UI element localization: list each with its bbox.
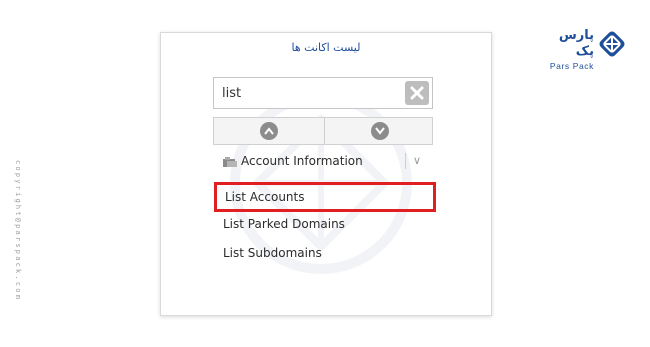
close-icon — [410, 86, 424, 100]
section-label: Account Information — [241, 154, 363, 168]
menu-item-list-parked-domains[interactable]: List Parked Domains — [217, 211, 437, 237]
section-header-account-information[interactable]: Account Information ∨ — [213, 151, 433, 173]
panel-title: لیست اکانت ها — [291, 41, 361, 54]
parspack-logo-icon — [599, 31, 625, 57]
search-input[interactable] — [216, 80, 400, 106]
copyright-text: copyright@parspack.com — [14, 160, 22, 302]
brand-name-fa: پارس پک — [558, 28, 594, 59]
chevron-up-icon — [264, 127, 274, 135]
navigation-bar — [213, 117, 433, 145]
brand-logo: پارس پک Pars Pack — [540, 26, 630, 71]
brand-name-en: Pars Pack — [549, 61, 594, 71]
scroll-up-button[interactable] — [214, 118, 324, 144]
chevron-down-icon — [375, 127, 385, 135]
collapse-toggle-icon[interactable]: ∨ — [413, 154, 421, 167]
scroll-down-button[interactable] — [324, 118, 435, 144]
menu-item-list-accounts[interactable]: List Accounts — [214, 182, 436, 212]
search-box — [213, 77, 433, 109]
divider — [405, 153, 406, 169]
account-info-icon — [223, 157, 237, 167]
clear-search-button[interactable] — [405, 81, 429, 105]
menu-item-list-subdomains[interactable]: List Subdomains — [217, 240, 437, 266]
account-list-panel: لیست اکانت ها list Account Information ∨… — [160, 32, 492, 316]
